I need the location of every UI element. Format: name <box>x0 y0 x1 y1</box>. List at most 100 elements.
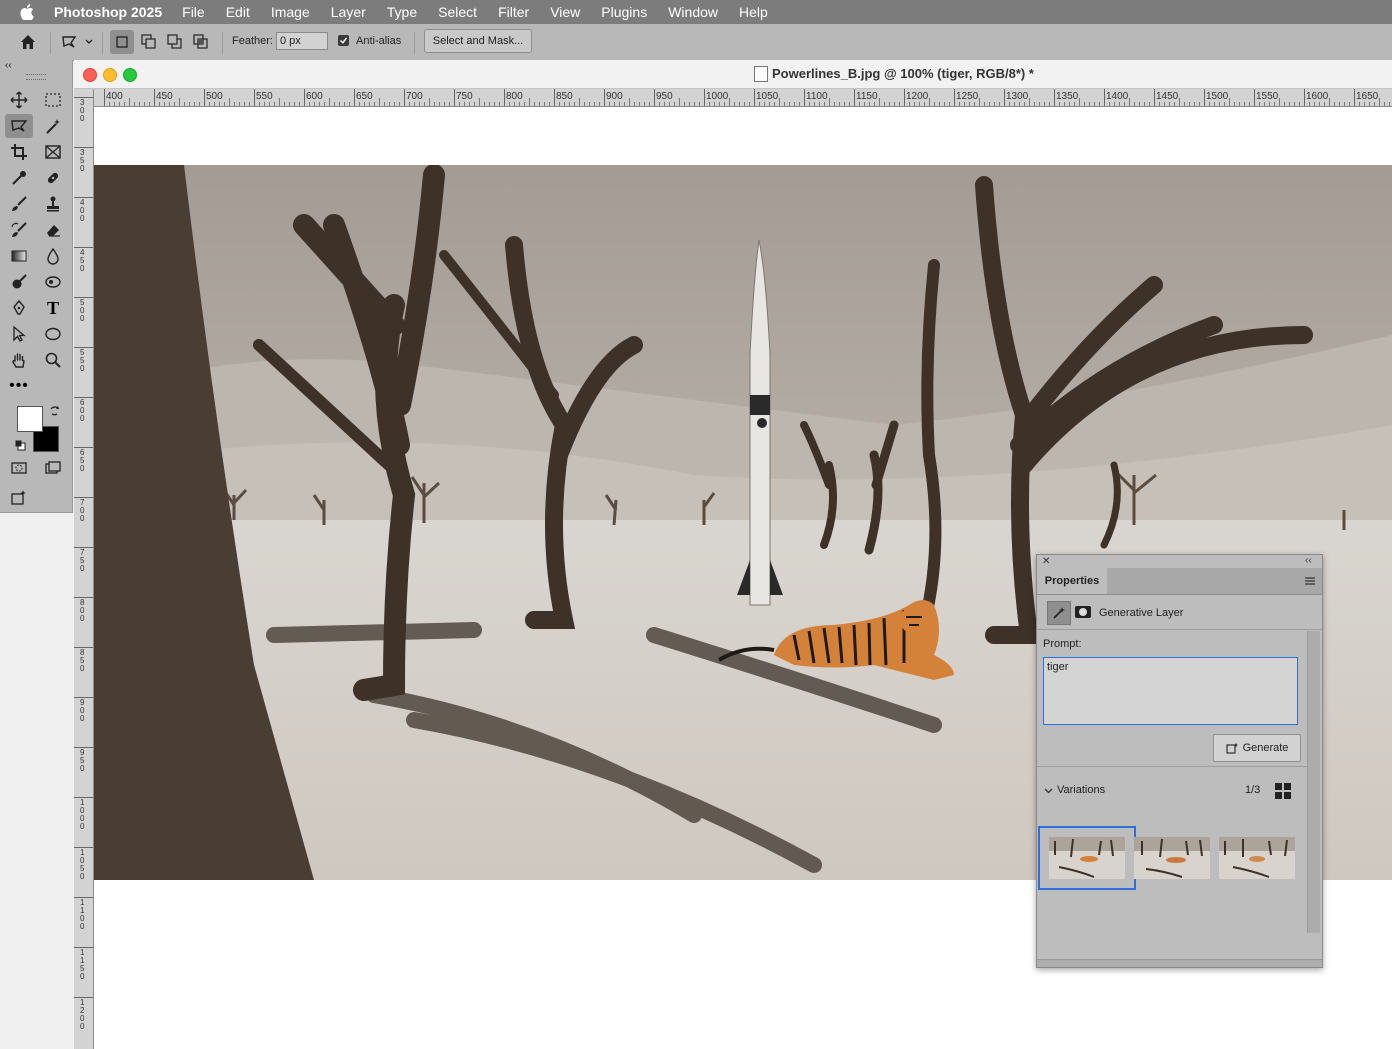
ruler-minor-tick <box>329 98 330 106</box>
ruler-minor-tick <box>794 102 795 106</box>
menu-window[interactable]: Window <box>668 4 718 20</box>
menu-select[interactable]: Select <box>438 4 477 20</box>
tab-properties[interactable]: Properties <box>1037 568 1107 594</box>
antialias-checkbox[interactable] <box>338 35 349 46</box>
move-icon[interactable] <box>5 88 33 112</box>
ruler-minor-tick <box>514 102 515 106</box>
panel-menu-icon[interactable] <box>1305 576 1315 588</box>
screen-mode-icon[interactable] <box>39 456 67 480</box>
more-tools-icon[interactable]: ••• <box>5 374 33 398</box>
blur-icon[interactable] <box>39 244 67 268</box>
menu-file[interactable]: File <box>182 4 205 20</box>
feather-input[interactable]: 0 px <box>276 32 328 50</box>
chevron-down-icon[interactable] <box>1044 785 1053 797</box>
menu-plugins[interactable]: Plugins <box>601 4 647 20</box>
menu-filter[interactable]: Filter <box>498 4 529 20</box>
marquee-icon[interactable] <box>39 88 67 112</box>
smudge-icon[interactable] <box>39 270 67 294</box>
generate-button[interactable]: Generate <box>1213 734 1301 762</box>
ruler-tick <box>554 89 555 106</box>
magic-wand-icon[interactable] <box>39 114 67 138</box>
ellipse-icon[interactable] <box>39 322 67 346</box>
brush-icon[interactable] <box>5 192 33 216</box>
ruler-minor-tick <box>1034 102 1035 106</box>
home-icon[interactable] <box>16 32 40 52</box>
swap-colors-icon[interactable] <box>49 404 61 422</box>
close-panel-icon[interactable]: ✕ <box>1042 556 1050 567</box>
minimize-window-button[interactable] <box>103 68 117 82</box>
variation-thumbnail-3[interactable] <box>1219 837 1295 879</box>
stamp-icon[interactable] <box>39 192 67 216</box>
history-brush-icon[interactable] <box>5 218 33 242</box>
layer-mask-icon[interactable] <box>1075 606 1091 618</box>
menu-type[interactable]: Type <box>387 4 417 20</box>
gradient-icon[interactable] <box>5 244 33 268</box>
document-title-bar: Powerlines_B.jpg @ 100% (tiger, RGB/8*) … <box>74 60 1392 89</box>
ruler-minor-tick <box>414 102 415 106</box>
ruler-minor-tick <box>474 102 475 106</box>
menu-layer[interactable]: Layer <box>331 4 366 20</box>
crop-icon[interactable] <box>5 140 33 164</box>
menu-image[interactable]: Image <box>271 4 310 20</box>
generative-fill-icon[interactable] <box>5 486 33 510</box>
ruler-minor-tick <box>1184 102 1185 106</box>
quick-mask-icon[interactable] <box>5 456 33 480</box>
path-select-icon[interactable] <box>5 322 33 346</box>
collapse-arrows-icon[interactable]: ‹‹ <box>5 60 12 71</box>
frame-icon[interactable] <box>39 140 67 164</box>
panel-tab-row: Properties <box>1037 568 1322 595</box>
healing-brush-icon[interactable] <box>39 166 67 190</box>
toolbox-grip[interactable] <box>26 74 46 80</box>
variation-thumbnail-1[interactable] <box>1038 826 1136 890</box>
app-name[interactable]: Photoshop 2025 <box>54 4 162 20</box>
add-to-selection-icon[interactable] <box>137 30 161 54</box>
ruler-minor-tick <box>784 102 785 106</box>
ruler-minor-tick <box>1164 102 1165 106</box>
ruler-label: 950 <box>656 91 673 102</box>
ruler-tick <box>1354 89 1355 106</box>
variation-thumbnail-2[interactable] <box>1134 837 1210 879</box>
eyedropper-icon[interactable] <box>5 166 33 190</box>
grid-view-icon[interactable] <box>1275 783 1291 802</box>
vertical-ruler[interactable]: 300 350 400 450 500 550 600 650 700 750 800 850 900 9… <box>74 89 94 1049</box>
lasso-tool-preset-icon[interactable] <box>58 32 80 52</box>
ruler-minor-tick <box>814 102 815 106</box>
close-window-button[interactable] <box>83 68 97 82</box>
ruler-minor-tick <box>169 102 170 106</box>
horizontal-ruler[interactable]: 400 450 500 550 600 650 700 750 800 850 900 950 1000… <box>94 89 1392 107</box>
select-and-mask-button[interactable]: Select and Mask... <box>424 29 532 53</box>
subtract-selection-icon[interactable] <box>163 30 187 54</box>
type-icon[interactable]: T <box>39 296 67 320</box>
ruler-minor-tick <box>524 102 525 106</box>
eraser-icon[interactable] <box>39 218 67 242</box>
ruler-label: 400 <box>80 198 85 223</box>
ruler-minor-tick <box>1039 102 1040 106</box>
zoom-window-button[interactable] <box>123 68 137 82</box>
ruler-minor-tick <box>309 102 310 106</box>
lasso-icon[interactable] <box>5 114 33 138</box>
menu-help[interactable]: Help <box>739 4 768 20</box>
ruler-label: 1000 <box>80 798 85 831</box>
ruler-label: 500 <box>206 91 223 102</box>
foreground-color-swatch[interactable] <box>17 406 43 432</box>
pen-icon[interactable] <box>5 296 33 320</box>
hand-icon[interactable] <box>5 348 33 372</box>
default-colors-icon[interactable] <box>15 438 26 456</box>
chevron-down-icon[interactable] <box>83 34 95 50</box>
ruler-minor-tick <box>1269 102 1270 106</box>
dodge-icon[interactable] <box>5 270 33 294</box>
menu-edit[interactable]: Edit <box>226 4 250 20</box>
apple-icon[interactable] <box>20 4 34 20</box>
collapse-panel-icon[interactable]: ‹‹ <box>1305 555 1312 566</box>
menu-view[interactable]: View <box>550 4 580 20</box>
intersect-selection-icon[interactable] <box>189 30 213 54</box>
feather-value: 0 px <box>280 35 301 47</box>
ruler-minor-tick <box>869 102 870 106</box>
prompt-input[interactable]: tiger <box>1043 657 1298 725</box>
new-selection-icon[interactable] <box>110 30 134 54</box>
ruler-minor-tick <box>1134 102 1135 106</box>
generative-layer-icon[interactable] <box>1047 601 1071 625</box>
zoom-icon[interactable] <box>39 348 67 372</box>
panel-resize-grip[interactable] <box>1037 959 1322 967</box>
panel-scrollbar[interactable] <box>1307 631 1320 933</box>
